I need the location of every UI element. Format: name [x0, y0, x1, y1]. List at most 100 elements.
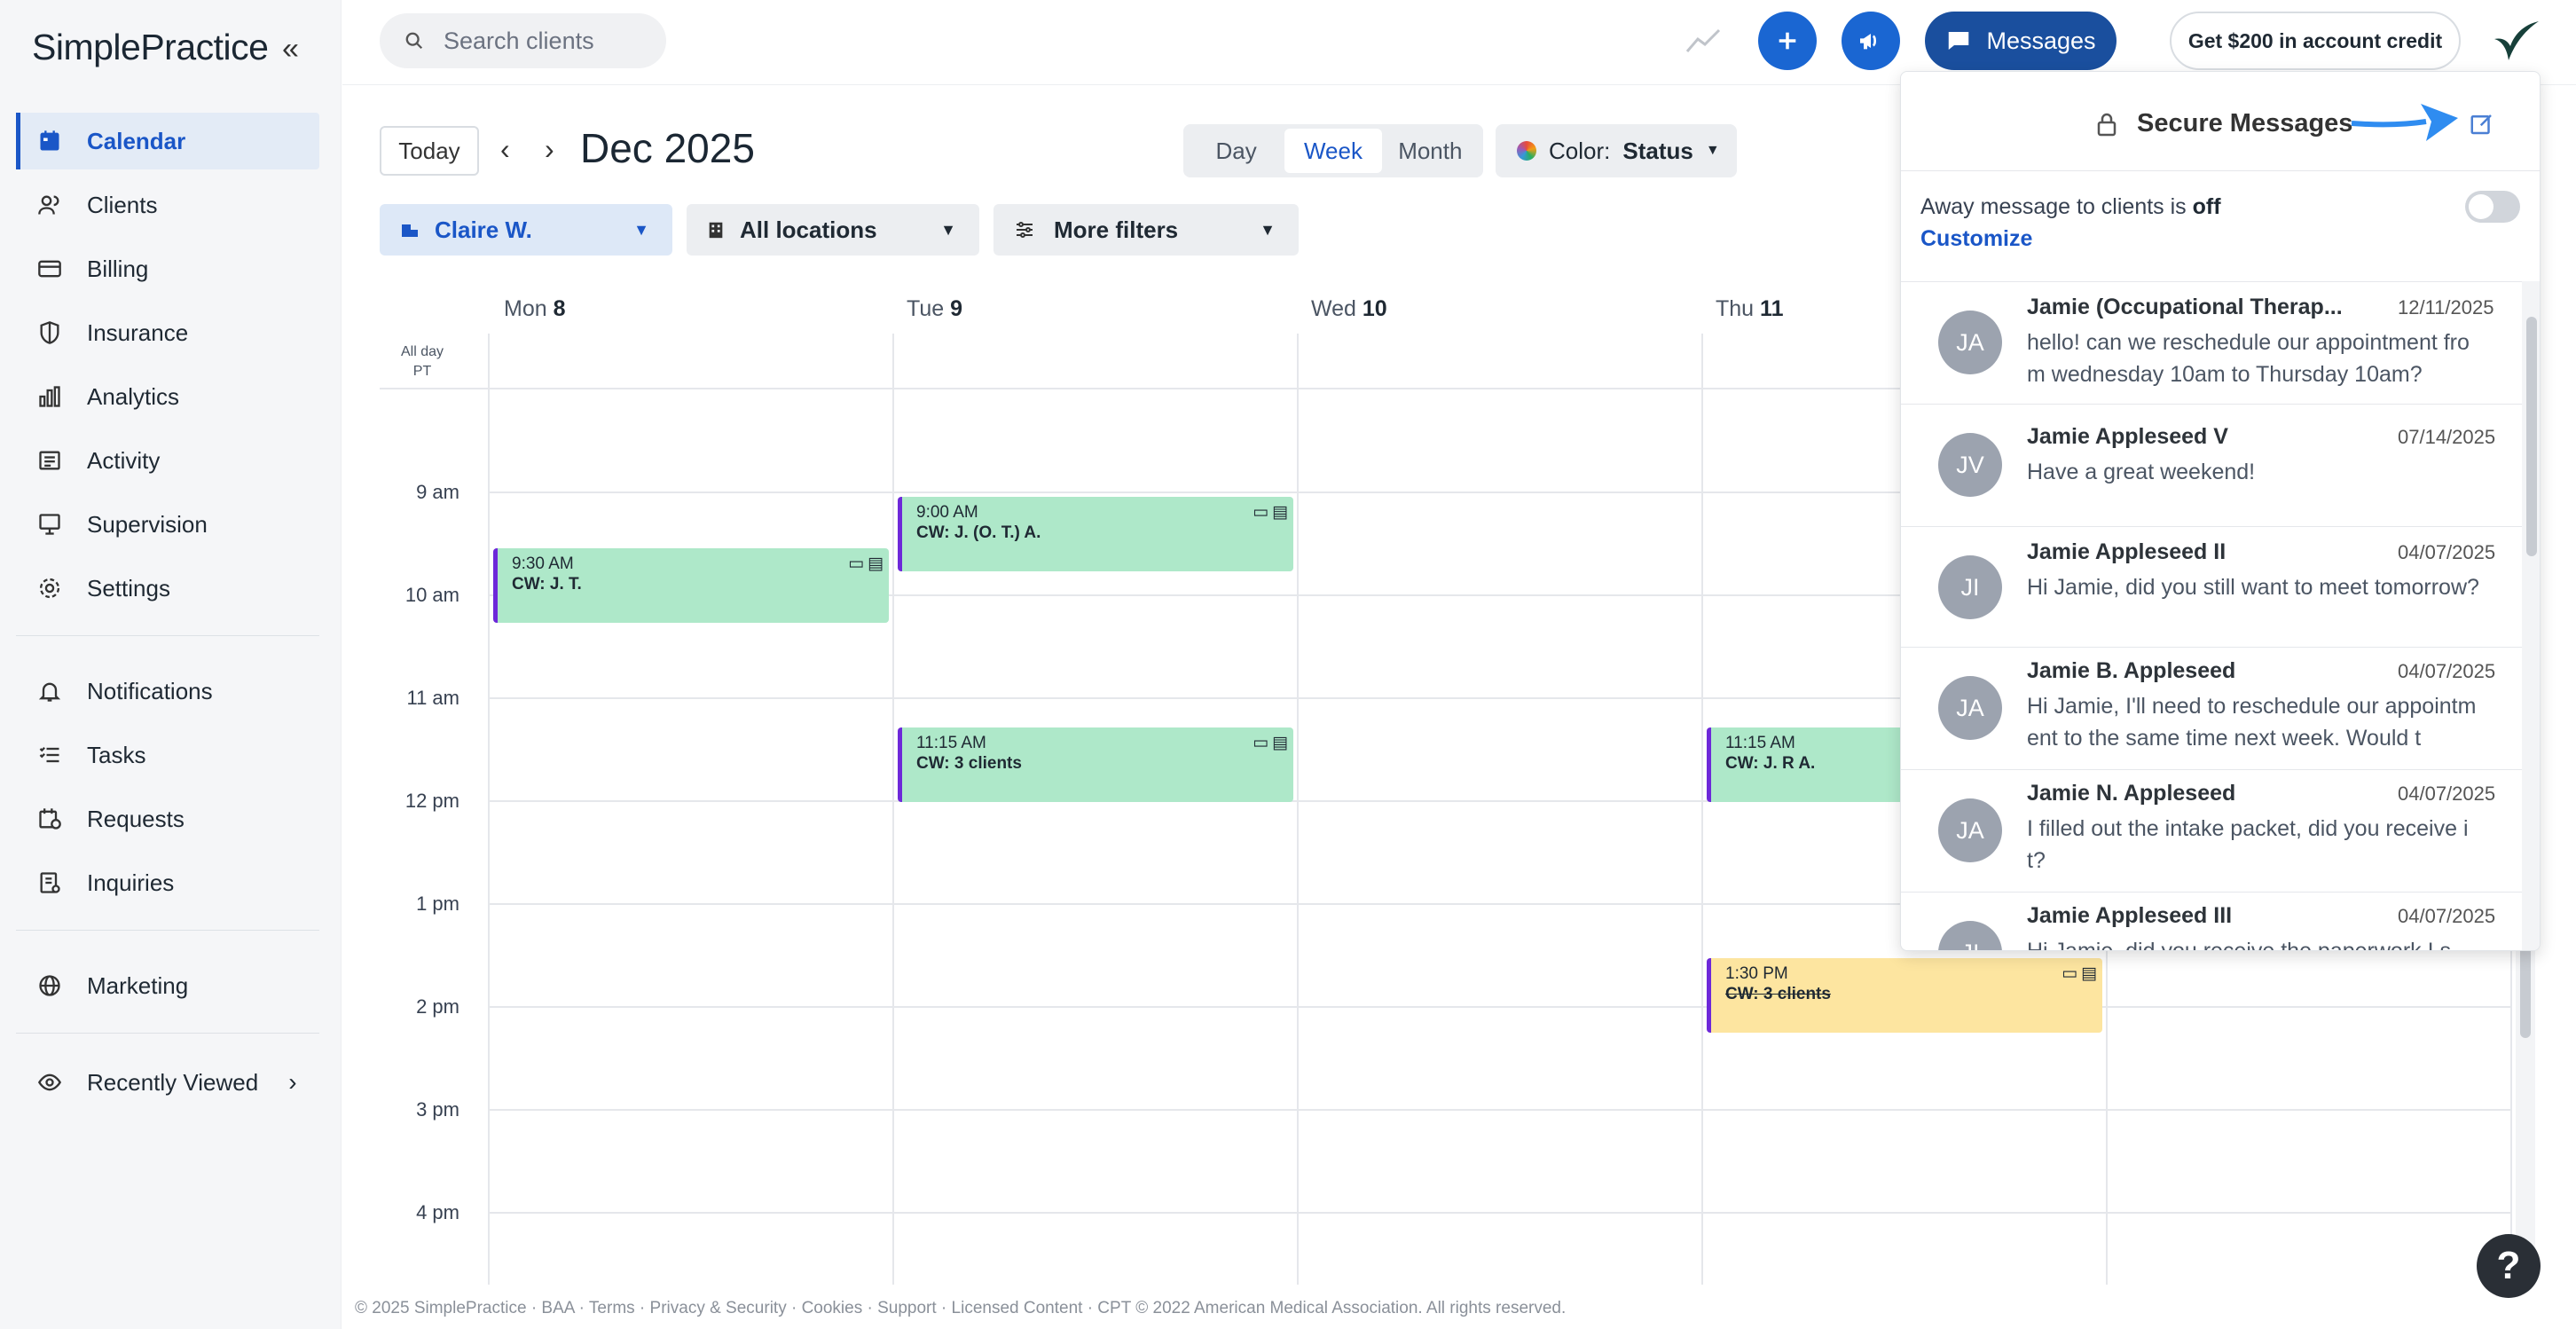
list-icon — [35, 446, 64, 475]
clinician-icon — [402, 224, 418, 237]
megaphone-icon — [1860, 34, 1876, 50]
sidebar-divider — [16, 1033, 319, 1034]
thread-preview: Have a great weekend! — [2027, 460, 2256, 484]
compose-icon[interactable] — [2469, 111, 2495, 138]
sidebar-item-supervision[interactable]: Supervision — [16, 496, 319, 553]
more-filters[interactable]: More filters ▼ — [993, 204, 1299, 256]
view-day-tab[interactable]: Day — [1188, 129, 1284, 173]
sidebar-item-label: Insurance — [87, 318, 189, 346]
message-thread[interactable]: JA Jamie B. Appleseed 04/07/2025 Hi Jami… — [1901, 648, 2522, 770]
event-time: 1:30 PM — [1725, 964, 1788, 983]
help-button[interactable]: ? — [2477, 1234, 2541, 1298]
appointment-event[interactable]: 11:15 AM CW: 3 clients ▭ ▤ — [898, 727, 1293, 802]
sidebar: SimplePractice « Calendar Clients Billin… — [0, 0, 342, 1329]
event-title: CW: J. (O. T.) A. — [916, 523, 1041, 542]
cancelled-appointment-event[interactable]: 1:30 PM CW: 3 clients ▭ ▤ — [1707, 958, 2102, 1033]
view-month-tab[interactable]: Month — [1382, 129, 1479, 173]
customize-link[interactable]: Customize — [1920, 226, 2032, 252]
message-threads: JA Jamie (Occupational Therap... 12/11/2… — [1901, 281, 2522, 951]
day-header-mon[interactable]: Mon 8 — [504, 296, 566, 322]
away-toggle[interactable] — [2465, 191, 2520, 223]
caret-down-icon: ▼ — [1705, 143, 1720, 158]
next-week-icon[interactable]: › — [545, 133, 554, 166]
hour-label: 4 pm — [416, 1201, 459, 1223]
collapse-sidebar-icon[interactable]: « — [282, 32, 299, 67]
sidebar-item-recently-viewed[interactable]: Recently Viewed › — [16, 1054, 319, 1111]
sidebar-item-label: Notifications — [87, 677, 213, 704]
tasks-icon — [35, 741, 64, 769]
sidebar-item-marketing[interactable]: Marketing — [16, 957, 319, 1014]
avatar: JV — [1938, 433, 2002, 497]
trend-icon[interactable] — [1685, 27, 1721, 55]
building-icon — [709, 222, 723, 239]
thread-preview: I filled out the intake packet, did you … — [2027, 816, 2469, 873]
sidebar-item-requests[interactable]: Requests — [16, 790, 319, 847]
sidebar-item-label: Inquiries — [87, 869, 175, 896]
sidebar-item-insurance[interactable]: Insurance — [16, 304, 319, 361]
inquiries-icon — [35, 869, 64, 897]
hour-label: 9 am — [416, 481, 459, 503]
today-button[interactable]: Today — [380, 126, 479, 176]
threads-scrollbar[interactable] — [2522, 281, 2540, 950]
event-time: 11:15 AM — [916, 734, 986, 752]
day-header-wed[interactable]: Wed 10 — [1311, 296, 1387, 322]
sidebar-item-inquiries[interactable]: Inquiries — [16, 854, 319, 911]
add-button[interactable] — [1758, 12, 1817, 70]
note-icon: ▤ — [868, 554, 884, 573]
appointment-event[interactable]: 9:30 AM CW: J. T. ▭ ▤ — [493, 548, 889, 623]
messages-button[interactable]: Messages — [1925, 12, 2117, 70]
avatar: JA — [1938, 311, 2002, 374]
account-avatar-icon[interactable] — [2489, 16, 2542, 66]
event-title: CW: J. T. — [512, 575, 582, 594]
message-thread[interactable]: JA Jamie N. Appleseed 04/07/2025 I fille… — [1901, 770, 2522, 893]
sidebar-item-calendar[interactable]: Calendar — [16, 113, 319, 169]
arrow-annotation-icon — [2351, 104, 2458, 141]
search-input[interactable] — [444, 27, 639, 55]
credit-button[interactable]: Get $200 in account credit — [2170, 12, 2461, 70]
scroll-thumb[interactable] — [2526, 317, 2537, 556]
chevron-right-icon[interactable]: › — [288, 1068, 296, 1097]
sidebar-item-label: Requests — [87, 805, 185, 832]
all-day-label: All day PT — [401, 344, 444, 379]
message-thread[interactable]: JV Jamie Appleseed V 07/14/2025 Have a g… — [1901, 405, 2522, 527]
message-thread[interactable]: JI Jamie Appleseed II 04/07/2025 Hi Jami… — [1901, 527, 2522, 648]
day-header-thu[interactable]: Thu 11 — [1716, 296, 1783, 322]
color-by-dropdown[interactable]: Color: Status ▼ — [1496, 124, 1737, 177]
sidebar-item-clients[interactable]: Clients — [16, 177, 319, 233]
video-icon: ▭ — [848, 554, 865, 573]
event-time: 9:00 AM — [916, 503, 978, 522]
clinician-filter[interactable]: Claire W. ▼ — [380, 204, 672, 256]
sidebar-item-notifications[interactable]: Notifications — [16, 663, 319, 720]
avatar: JI — [1938, 555, 2002, 619]
grid-line — [488, 334, 490, 1285]
app-logo[interactable]: SimplePractice — [32, 27, 269, 68]
sidebar-item-settings[interactable]: Settings — [16, 560, 319, 617]
sidebar-item-tasks[interactable]: Tasks — [16, 727, 319, 783]
avatar: JI — [1938, 921, 2002, 950]
clients-icon — [35, 191, 64, 219]
away-message-status: Away message to clients is off — [1920, 194, 2221, 219]
message-thread[interactable]: JI Jamie Appleseed III 04/07/2025 Hi Jam… — [1901, 893, 2522, 951]
sidebar-item-analytics[interactable]: Analytics — [16, 368, 319, 425]
hour-label: 10 am — [404, 584, 459, 606]
locations-filter[interactable]: All locations ▼ — [687, 204, 979, 256]
video-icon: ▭ — [2062, 964, 2078, 983]
footer-links[interactable]: © 2025 SimplePractice · BAA · Terms · Pr… — [355, 1299, 1566, 1318]
more-filters-label: More filters — [1054, 216, 1179, 243]
thread-name: Jamie B. Appleseed — [2027, 658, 2236, 683]
panel-header: Secure Messages — [1901, 72, 2540, 171]
search-bar[interactable] — [380, 13, 666, 68]
prev-week-icon[interactable]: ‹ — [500, 133, 510, 166]
sidebar-item-activity[interactable]: Activity — [16, 432, 319, 489]
appointment-event[interactable]: 9:00 AM CW: J. (O. T.) A. ▭ ▤ — [898, 497, 1293, 571]
sliders-icon — [1017, 222, 1033, 238]
bar-chart-icon — [35, 382, 64, 411]
view-week-tab[interactable]: Week — [1284, 129, 1382, 173]
day-header-tue[interactable]: Tue 9 — [907, 296, 962, 322]
note-icon: ▤ — [1272, 503, 1288, 522]
announcements-button[interactable] — [1842, 12, 1900, 70]
month-title: Dec 2025 — [580, 125, 755, 171]
message-thread[interactable]: JA Jamie (Occupational Therap... 12/11/2… — [1901, 282, 2522, 405]
thread-preview: Hi Jamie, did you receive the paperwork … — [2027, 939, 2451, 951]
sidebar-item-billing[interactable]: Billing — [16, 240, 319, 297]
